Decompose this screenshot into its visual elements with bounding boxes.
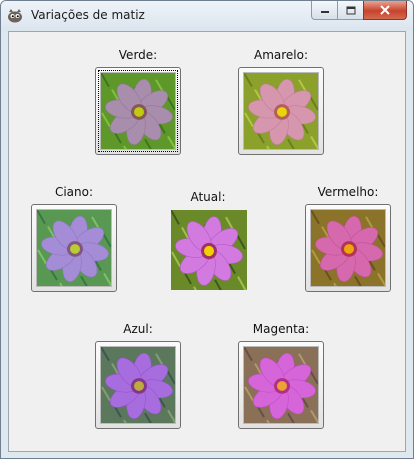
label-magenta: Magenta: [252, 322, 310, 336]
flower-image [101, 73, 175, 149]
minimize-button[interactable] [311, 1, 337, 20]
flower-image [37, 210, 111, 286]
flower-image [244, 347, 318, 423]
variation-button-magenta[interactable] [238, 341, 324, 429]
maximize-button[interactable] [337, 1, 363, 20]
variation-button-verde[interactable] [95, 67, 181, 155]
label-amarelo: Amarelo: [253, 48, 309, 62]
thumbnail-amarelo [243, 72, 319, 150]
thumbnail-ciano [36, 209, 112, 287]
title-bar[interactable]: Variações de matiz [1, 1, 413, 31]
gimp-wilber-icon [8, 9, 22, 23]
thumbnail-azul [100, 346, 176, 424]
dialog-content: Verde: Amarelo: Ciano: Atual: Vermelho: … [8, 31, 406, 452]
hue-variations-window: Variações de matiz Verde: Amarelo: Ciano… [0, 0, 414, 459]
flower-image [101, 347, 175, 423]
thumbnail-verde [100, 72, 176, 150]
thumbnail-magenta [243, 346, 319, 424]
variation-button-azul[interactable] [95, 341, 181, 429]
label-verde: Verde: [118, 48, 158, 62]
flower-image [171, 210, 247, 290]
label-vermelho: Vermelho: [317, 185, 379, 199]
close-icon [380, 5, 390, 15]
minimize-icon [320, 11, 329, 13]
flower-image [311, 210, 385, 286]
thumbnail-atual [171, 210, 247, 290]
variation-button-vermelho[interactable] [305, 204, 391, 292]
variation-button-ciano[interactable] [31, 204, 117, 292]
label-azul: Azul: [123, 322, 153, 336]
maximize-icon [346, 6, 355, 14]
label-ciano: Ciano: [54, 185, 94, 199]
close-button[interactable] [363, 1, 407, 20]
variation-button-amarelo[interactable] [238, 67, 324, 155]
label-atual: Atual: [190, 190, 226, 204]
window-title: Variações de matiz [31, 8, 145, 22]
thumbnail-vermelho [310, 209, 386, 287]
flower-image [244, 73, 318, 149]
